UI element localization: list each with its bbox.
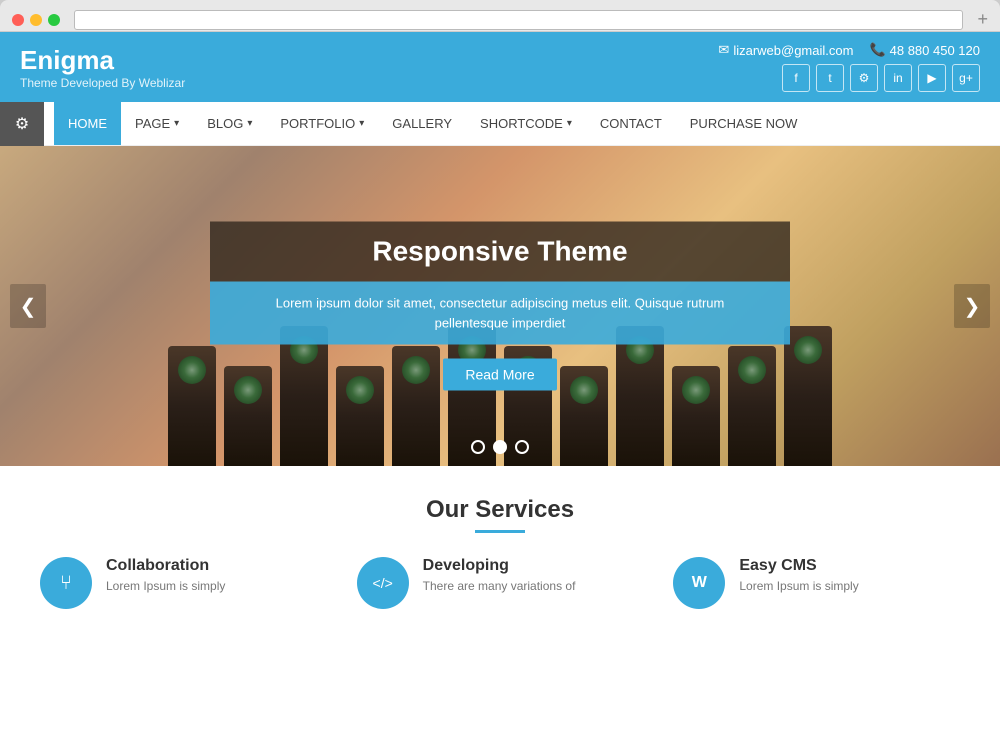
nav-item-contact[interactable]: CONTACT [586,102,676,145]
hero-title: Responsive Theme [240,236,760,268]
collaboration-title: Collaboration [106,557,225,575]
developing-title: Developing [423,557,576,575]
developing-icon-symbol: </> [373,575,393,591]
nav-item-blog[interactable]: BLOG ▾ [193,102,266,145]
nav-item-gallery[interactable]: GALLERY [378,102,466,145]
hero-dots [471,440,529,454]
services-grid: ⑂ Collaboration Lorem Ipsum is simply </… [40,557,960,609]
header-contact: ✉ lizarweb@gmail.com 📞 48 880 450 120 [718,42,980,58]
collaboration-text: Collaboration Lorem Ipsum is simply [106,557,225,593]
navbar: ⚙ HOME PAGE ▾ BLOG ▾ PORTFOLIO ▾ GALLERY… [0,102,1000,146]
next-arrow-icon: ❯ [964,294,981,319]
browser-dot-green[interactable] [48,14,60,26]
hero-description-box: Lorem ipsum dolor sit amet, consectetur … [210,282,790,345]
services-title-block: Our Services [40,496,960,533]
services-heading: Our Services [40,496,960,524]
browser-plus-button[interactable]: + [977,9,988,30]
browser-chrome: + [0,0,1000,32]
page-arrow: ▾ [174,118,179,129]
collaboration-icon: ⑂ [40,557,92,609]
hero-dot-2[interactable] [493,440,507,454]
header-right: ✉ lizarweb@gmail.com 📞 48 880 450 120 f … [718,42,980,92]
easycms-icon: W [673,557,725,609]
nav-item-portfolio[interactable]: PORTFOLIO ▾ [266,102,378,145]
social-facebook[interactable]: f [782,64,810,92]
social-icons: f t ⚙ in ▶ g+ [782,64,980,92]
social-twitter[interactable]: t [816,64,844,92]
nav-item-home[interactable]: HOME [54,102,121,145]
service-easycms: W Easy CMS Lorem Ipsum is simply [673,557,960,609]
social-settings[interactable]: ⚙ [850,64,878,92]
browser-address-bar[interactable] [74,10,963,30]
service-developing: </> Developing There are many variations… [357,557,644,609]
logo-subtitle: Theme Developed By Weblizar [20,76,185,90]
read-more-button[interactable]: Read More [443,359,556,391]
social-linkedin[interactable]: in [884,64,912,92]
easycms-text: Easy CMS Lorem Ipsum is simply [739,557,858,593]
prev-arrow-icon: ❮ [20,294,37,319]
blog-arrow: ▾ [247,118,252,129]
site-header: Enigma Theme Developed By Weblizar ✉ liz… [0,32,1000,102]
email-contact: ✉ lizarweb@gmail.com [718,42,853,58]
gear-button[interactable]: ⚙ [0,102,44,146]
hero-dot-3[interactable] [515,440,529,454]
hero-description: Lorem ipsum dolor sit amet, consectetur … [240,294,760,333]
portfolio-arrow: ▾ [359,118,364,129]
hero-slider: ❮ ❯ Responsive Theme Lorem ipsum dolor s… [0,146,1000,466]
easycms-title: Easy CMS [739,557,858,575]
shortcode-arrow: ▾ [567,118,572,129]
social-youtube[interactable]: ▶ [918,64,946,92]
services-underline [475,530,525,533]
social-google[interactable]: g+ [952,64,980,92]
easycms-description: Lorem Ipsum is simply [739,579,858,593]
hero-next-button[interactable]: ❯ [954,284,990,328]
website-container: Enigma Theme Developed By Weblizar ✉ liz… [0,32,1000,738]
developing-description: There are many variations of [423,579,576,593]
header-logo: Enigma Theme Developed By Weblizar [20,45,185,90]
developing-icon: </> [357,557,409,609]
phone-number: 48 880 450 120 [890,43,980,58]
services-section: Our Services ⑂ Collaboration Lorem Ipsum… [0,466,1000,629]
hero-dot-1[interactable] [471,440,485,454]
collaboration-description: Lorem Ipsum is simply [106,579,225,593]
developing-text: Developing There are many variations of [423,557,576,593]
nav-item-shortcode[interactable]: SHORTCODE ▾ [466,102,586,145]
browser-dot-red[interactable] [12,14,24,26]
phone-contact: 📞 48 880 450 120 [869,42,980,58]
hero-content: Responsive Theme Lorem ipsum dolor sit a… [210,222,790,391]
collaboration-icon-symbol: ⑂ [60,572,72,595]
hero-prev-button[interactable]: ❮ [10,284,46,328]
nav-items: HOME PAGE ▾ BLOG ▾ PORTFOLIO ▾ GALLERY S… [44,102,811,145]
service-collaboration: ⑂ Collaboration Lorem Ipsum is simply [40,557,327,609]
logo-title: Enigma [20,45,185,76]
nav-item-purchase[interactable]: PURCHASE NOW [676,102,812,145]
gear-icon: ⚙ [15,114,29,134]
hero-title-box: Responsive Theme [210,222,790,282]
phone-icon: 📞 [869,42,885,58]
email-icon: ✉ [718,42,729,58]
nav-item-page[interactable]: PAGE ▾ [121,102,193,145]
easycms-icon-symbol: W [692,574,707,592]
browser-dot-yellow[interactable] [30,14,42,26]
knob-12 [784,326,832,466]
knob-1 [168,346,216,466]
email-address[interactable]: lizarweb@gmail.com [733,43,853,58]
